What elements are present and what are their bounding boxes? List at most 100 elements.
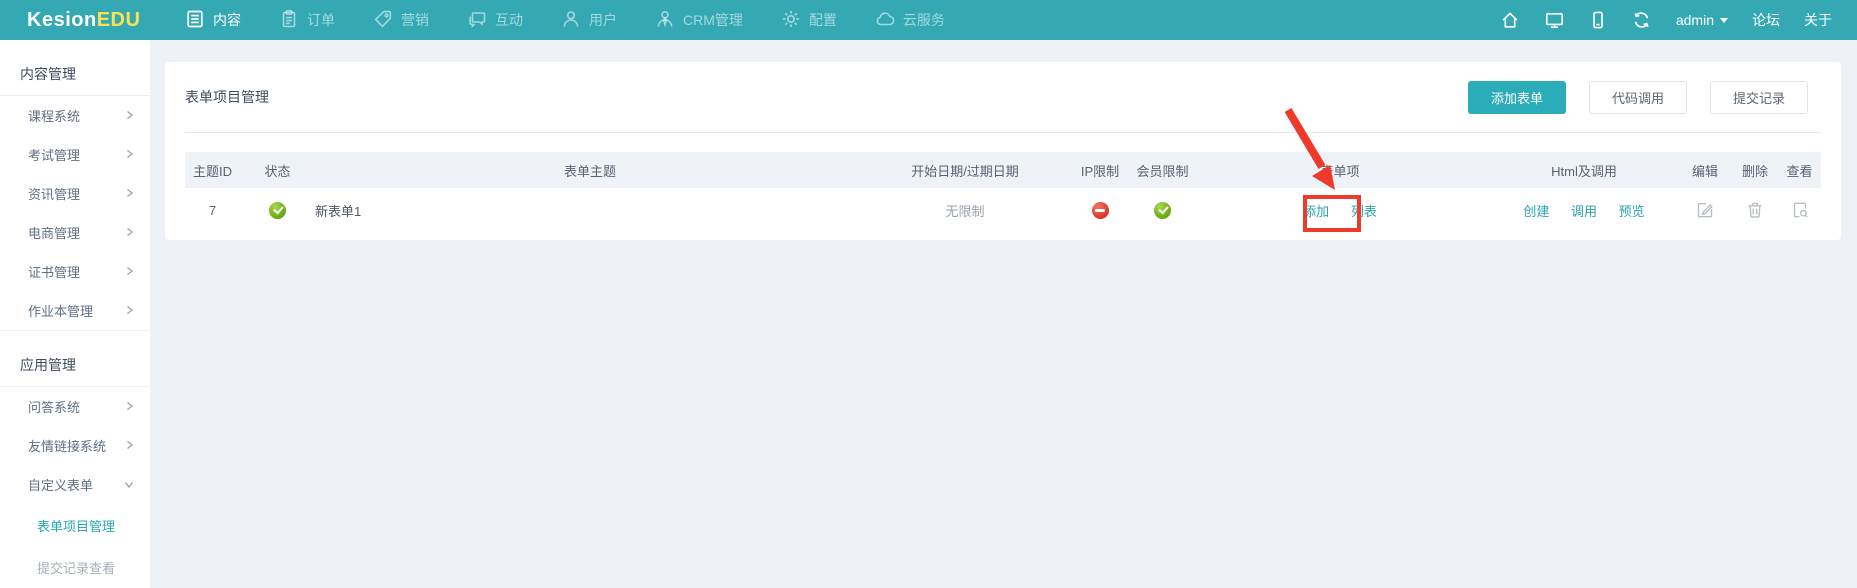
- refresh-icon[interactable]: [1631, 10, 1652, 30]
- mobile-icon[interactable]: [1589, 10, 1607, 30]
- html-invoke-link[interactable]: 调用: [1571, 204, 1597, 219]
- user-icon: [561, 9, 581, 32]
- top-navbar: KesionEDU 内容 订单: [0, 0, 1857, 40]
- view-icon[interactable]: [1791, 201, 1809, 219]
- menu-item-marketing[interactable]: 营销: [373, 9, 429, 32]
- sidebar-item-workbook-management[interactable]: 作业本管理: [0, 291, 150, 330]
- sidebar-item-exam-management[interactable]: 考试管理: [0, 135, 150, 174]
- sidebar-item-news-management[interactable]: 资讯管理: [0, 174, 150, 213]
- chevron-right-icon: [125, 438, 134, 453]
- col-header-html-invoke: Html及调用: [1490, 152, 1678, 188]
- user-dropdown[interactable]: admin: [1676, 12, 1728, 28]
- sidebar: 内容管理 课程系统 考试管理 资讯管理 电商管理 证书管理: [0, 40, 150, 588]
- form-item-add-link[interactable]: 添加: [1303, 204, 1329, 219]
- col-header-edit: 编辑: [1678, 152, 1732, 188]
- sidebar-item-ecommerce-management[interactable]: 电商管理: [0, 213, 150, 252]
- table-header-row: 主题ID 状态 表单主题 开始日期/过期日期 IP限制 会员限制 表单项 Htm…: [185, 152, 1821, 188]
- sidebar-item-certificate-management[interactable]: 证书管理: [0, 252, 150, 291]
- form-item-list-link[interactable]: 列表: [1351, 204, 1377, 219]
- chevron-down-icon: [124, 477, 134, 492]
- username: admin: [1676, 12, 1714, 28]
- chat-icon: [467, 9, 487, 32]
- sidebar-item-custom-forms[interactable]: 自定义表单: [0, 465, 150, 504]
- edit-icon[interactable]: [1696, 201, 1714, 219]
- cell-status: [240, 188, 315, 232]
- cell-subject: 新表单1: [315, 188, 865, 232]
- card-header: 表单项目管理 添加表单 代码调用 提交记录: [185, 62, 1821, 133]
- sidebar-item-label: 考试管理: [28, 145, 80, 164]
- sidebar-item-label: 课程系统: [28, 106, 80, 125]
- col-header-dates: 开始日期/过期日期: [865, 152, 1065, 188]
- menu-item-content[interactable]: 内容: [185, 9, 241, 32]
- cell-topic-id: 7: [185, 188, 240, 232]
- document-icon: [185, 9, 205, 32]
- sidebar-item-links-system[interactable]: 友情链接系统: [0, 426, 150, 465]
- col-header-member-limit: 会员限制: [1135, 152, 1190, 188]
- main-content: 表单项目管理 添加表单 代码调用 提交记录 主题ID 状态: [150, 40, 1857, 588]
- menu-item-label: 互动: [495, 10, 523, 30]
- logo-part1: Kesion: [27, 9, 97, 31]
- menu-item-label: 营销: [401, 10, 429, 30]
- menu-item-interaction[interactable]: 互动: [467, 9, 523, 32]
- chevron-right-icon: [125, 399, 134, 414]
- sidebar-subitem-submission-records[interactable]: 提交记录查看: [0, 546, 150, 588]
- add-form-button[interactable]: 添加表单: [1468, 81, 1566, 114]
- forum-link[interactable]: 论坛: [1752, 10, 1780, 30]
- sidebar-section-apps: 应用管理 问答系统 友情链接系统 自定义表单 表单项目管理 提交记录查看: [0, 330, 150, 588]
- menu-item-label: 配置: [809, 10, 837, 30]
- tag-icon: [373, 9, 393, 32]
- menu-item-label: 内容: [213, 10, 241, 30]
- content-card: 表单项目管理 添加表单 代码调用 提交记录 主题ID 状态: [165, 62, 1841, 240]
- monitor-icon[interactable]: [1544, 10, 1565, 30]
- crm-user-icon: [655, 9, 675, 32]
- sidebar-item-label: 证书管理: [28, 262, 80, 281]
- col-header-delete: 删除: [1732, 152, 1778, 188]
- menu-item-cloud[interactable]: 云服务: [875, 9, 945, 32]
- sidebar-item-label: 自定义表单: [28, 475, 93, 494]
- ip-restricted-icon: [1092, 202, 1109, 219]
- delete-icon[interactable]: [1746, 201, 1764, 219]
- code-invoke-button[interactable]: 代码调用: [1589, 81, 1687, 114]
- home-icon[interactable]: [1500, 10, 1520, 30]
- table-row: 7 新表单1 无限制 添加 列表 创建 调用 预览: [185, 188, 1821, 232]
- chevron-right-icon: [125, 264, 134, 279]
- html-preview-link[interactable]: 预览: [1619, 204, 1645, 219]
- sidebar-item-label: 作业本管理: [28, 301, 93, 320]
- about-link[interactable]: 关于: [1804, 10, 1832, 30]
- submission-records-button[interactable]: 提交记录: [1710, 81, 1808, 114]
- clipboard-icon: [279, 9, 299, 32]
- sidebar-item-course-system[interactable]: 课程系统: [0, 96, 150, 135]
- html-create-link[interactable]: 创建: [1523, 204, 1549, 219]
- menu-item-users[interactable]: 用户: [561, 9, 617, 32]
- cell-form-items: 添加 列表: [1190, 188, 1490, 232]
- member-allowed-icon: [1154, 202, 1171, 219]
- col-header-form-items: 表单项: [1190, 152, 1490, 188]
- menu-item-label: CRM管理: [683, 10, 743, 30]
- sidebar-section-content: 内容管理 课程系统 考试管理 资讯管理 电商管理 证书管理: [0, 40, 150, 330]
- logo-part2: EDU: [97, 9, 141, 31]
- chevron-right-icon: [125, 303, 134, 318]
- cloud-icon: [875, 9, 895, 32]
- chevron-right-icon: [125, 108, 134, 123]
- col-header-status: 状态: [240, 152, 315, 188]
- chevron-right-icon: [125, 186, 134, 201]
- sidebar-item-qa-system[interactable]: 问答系统: [0, 387, 150, 426]
- menu-item-label: 用户: [589, 10, 617, 30]
- sidebar-item-label: 电商管理: [28, 223, 80, 242]
- main-menu: 内容 订单 营销: [185, 9, 983, 32]
- sidebar-subitem-form-project-management[interactable]: 表单项目管理: [0, 504, 150, 546]
- chevron-right-icon: [125, 225, 134, 240]
- cell-delete: [1732, 188, 1778, 232]
- sidebar-item-label: 友情链接系统: [28, 436, 106, 455]
- status-enabled-icon: [269, 202, 286, 219]
- sidebar-section-title: 内容管理: [0, 40, 150, 96]
- cell-edit: [1678, 188, 1732, 232]
- toolbar: 添加表单 代码调用 提交记录: [1468, 81, 1808, 114]
- navbar-right: admin 论坛 关于: [1500, 0, 1832, 40]
- sidebar-item-label: 问答系统: [28, 397, 80, 416]
- menu-item-orders[interactable]: 订单: [279, 9, 335, 32]
- col-header-topic-id: 主题ID: [185, 152, 240, 188]
- menu-item-settings[interactable]: 配置: [781, 9, 837, 32]
- menu-item-crm[interactable]: CRM管理: [655, 9, 743, 32]
- col-header-view: 查看: [1778, 152, 1821, 188]
